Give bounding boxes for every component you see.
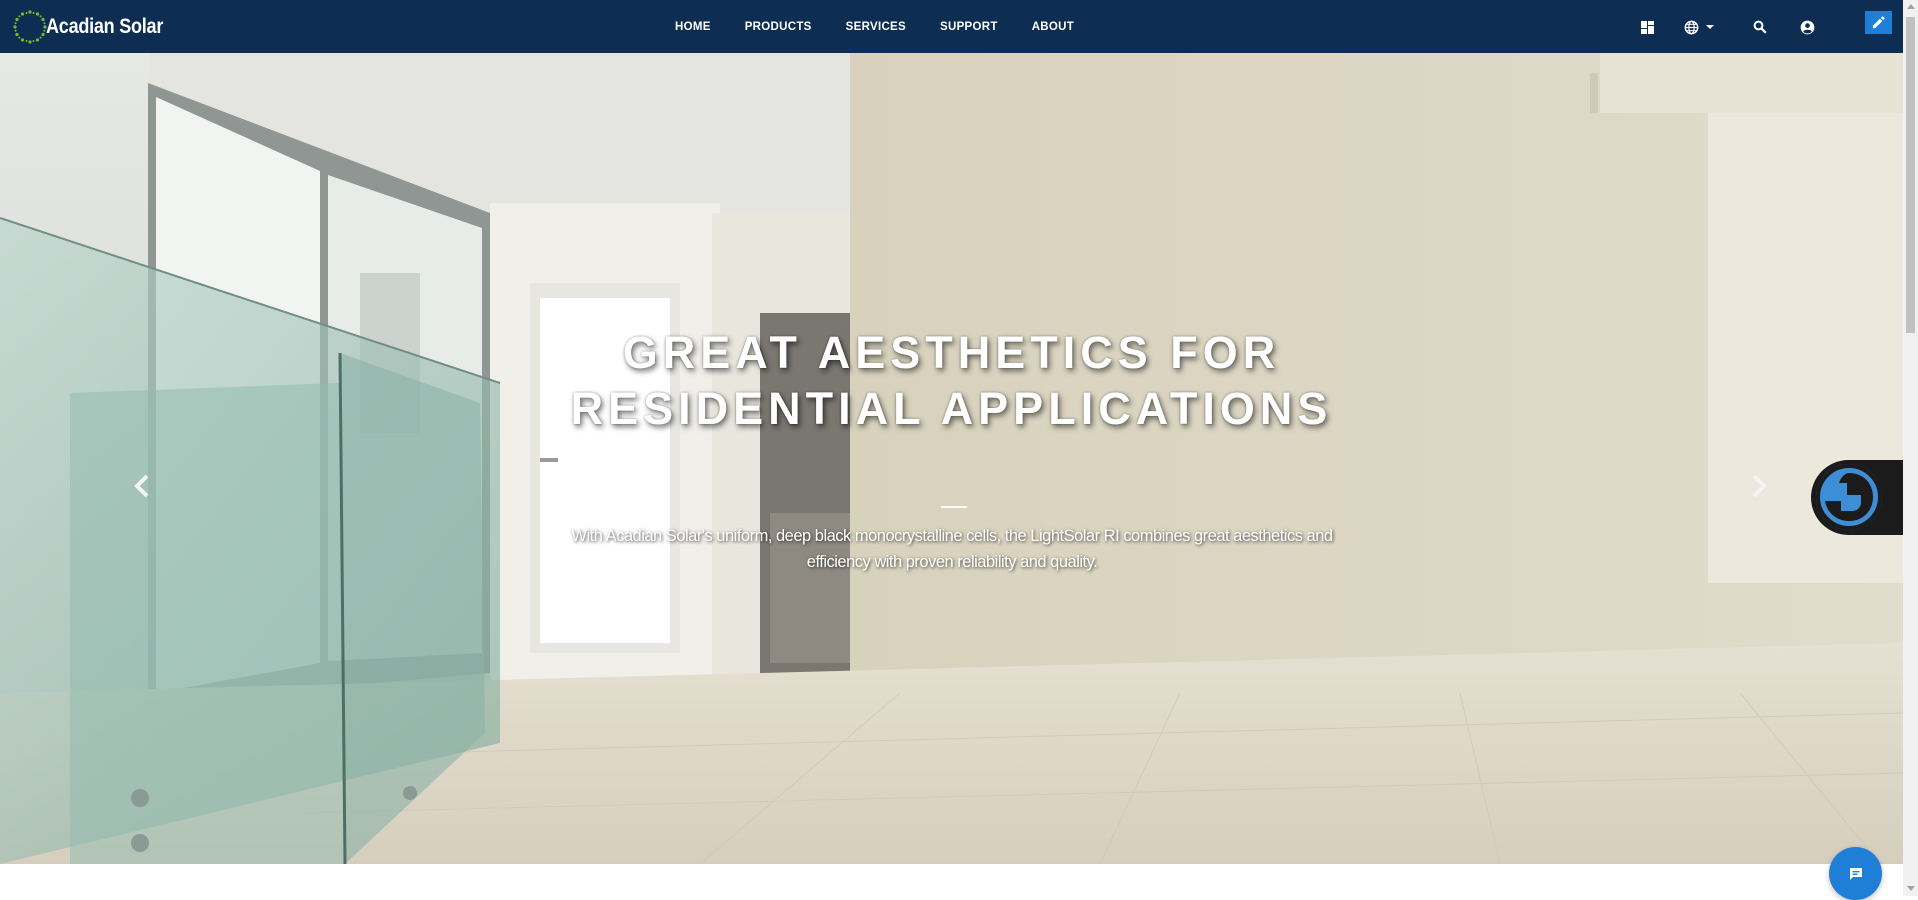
chevron-right-icon — [1752, 474, 1767, 498]
hero-background-image — [0, 53, 1903, 864]
hero-divider — [941, 506, 967, 508]
carousel-next-button[interactable] — [1745, 466, 1773, 506]
search-icon[interactable] — [1753, 17, 1767, 37]
hero-title-line-1: GREAT AESTHETICS FOR — [622, 327, 1281, 378]
hero-subtitle: With Acadian Solar's uniform, deep black… — [571, 527, 1333, 571]
dashboard-icon[interactable] — [1641, 17, 1654, 37]
scrollbar-thumb[interactable] — [1906, 17, 1915, 333]
language-selector[interactable] — [1684, 17, 1715, 37]
nav-products[interactable]: PRODUCTS — [728, 21, 829, 33]
chat-launcher-button[interactable] — [1829, 847, 1882, 900]
edit-icon — [1872, 16, 1885, 29]
chevron-down-icon — [1706, 25, 1714, 29]
nav-about[interactable]: ABOUT — [1015, 21, 1091, 33]
nav-services[interactable]: SERVICES — [829, 21, 923, 33]
hero-title-line-2: RESIDENTIAL APPLICATIONS — [570, 383, 1333, 434]
sun-dots-logo-icon — [13, 10, 47, 44]
accessibility-widget-button[interactable] — [1811, 460, 1903, 535]
main-nav: HOME PRODUCTS SERVICES SUPPORT ABOUT — [658, 0, 1091, 53]
brand-name: Acadian Solar — [46, 15, 164, 38]
chat-icon — [1849, 867, 1862, 880]
accessibility-icon — [1816, 464, 1882, 530]
hero-title: GREAT AESTHETICS FOR RESIDENTIAL APPLICA… — [400, 325, 1503, 437]
nav-support[interactable]: SUPPORT — [923, 21, 1015, 33]
account-icon[interactable] — [1800, 17, 1815, 37]
nav-home[interactable]: HOME — [658, 21, 728, 33]
carousel-prev-button[interactable] — [128, 466, 156, 506]
scroll-up-arrow-icon[interactable] — [1907, 4, 1915, 9]
scroll-down-arrow-icon[interactable] — [1907, 886, 1915, 891]
globe-icon — [1684, 20, 1699, 34]
edit-page-button[interactable] — [1865, 11, 1892, 34]
brand-logo[interactable]: Acadian Solar — [12, 8, 182, 46]
hero-carousel: GREAT AESTHETICS FOR RESIDENTIAL APPLICA… — [0, 53, 1903, 864]
page-content-start — [0, 864, 1903, 896]
top-navbar: Acadian Solar HOME PRODUCTS SERVICES SUP… — [0, 0, 1903, 53]
chevron-left-icon — [134, 474, 149, 498]
